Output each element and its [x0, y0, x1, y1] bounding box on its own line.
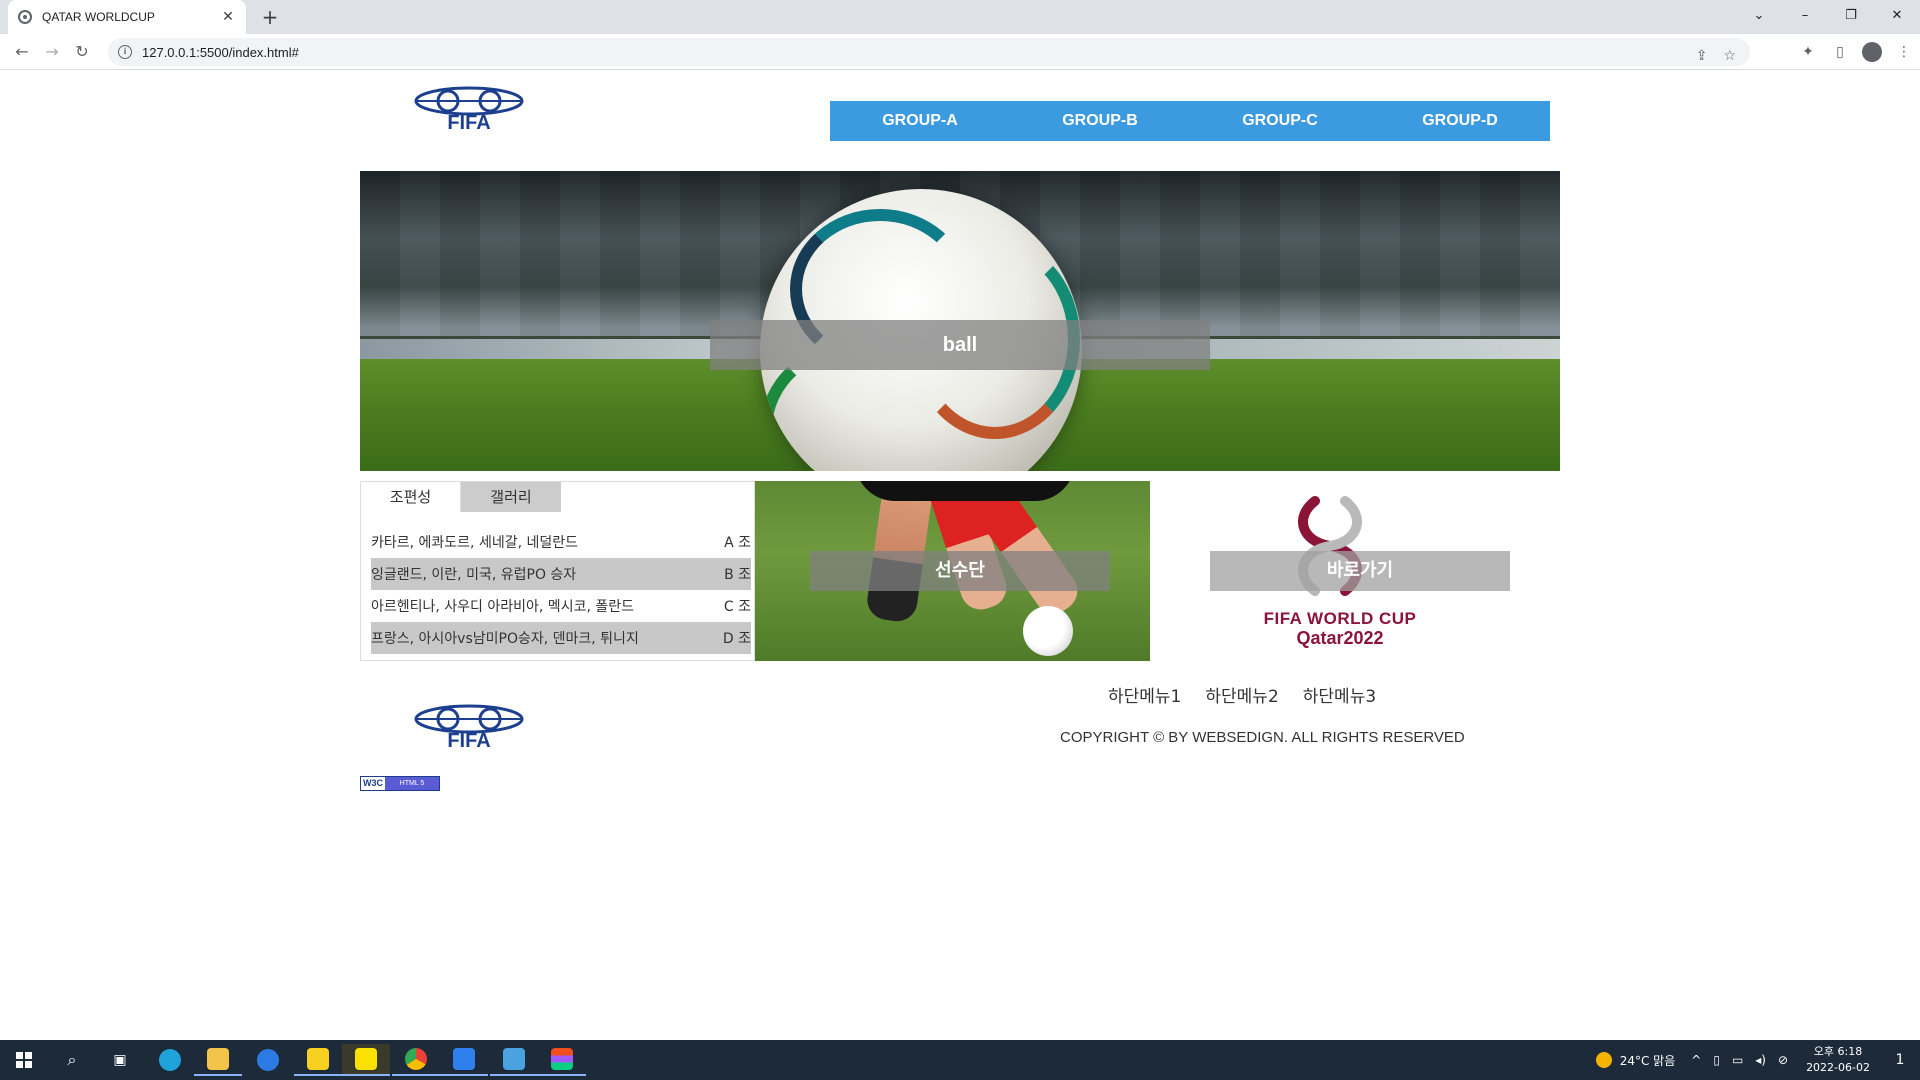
emblem-title: FIFA WORLD CUP [1263, 609, 1417, 628]
svg-text:FIFA: FIFA [447, 112, 490, 133]
page-content: FIFA GROUP-A GROUP-B GROUP-C GROUP-D bal… [0, 71, 1920, 1039]
tab-gallery[interactable]: 갤러리 [461, 482, 561, 512]
clock-time: 오후 6:18 [1813, 1045, 1863, 1058]
globe-icon [18, 10, 32, 24]
list-item[interactable]: 아르헨티나, 사우디 아라비아, 멕시코, 폴란드 C 조 [371, 590, 751, 622]
fifa-logo-icon: FIFA [414, 86, 524, 133]
windows-start-icon[interactable] [0, 1044, 48, 1076]
nav-group-c[interactable]: GROUP-C [1190, 101, 1370, 141]
fifa-logo-footer[interactable]: FIFA [412, 703, 526, 751]
list-item-teams: 프랑스, 아시아vs남미PO승자, 덴마크, 튀니지 [371, 631, 639, 647]
extensions-icon[interactable]: ✦ [1792, 40, 1824, 64]
forward-arrow-icon[interactable]: → [40, 40, 64, 64]
task-view-icon[interactable]: ▣ [96, 1044, 144, 1076]
vscode-icon[interactable] [440, 1044, 488, 1076]
svg-text:FIFA: FIFA [447, 730, 490, 751]
player-shorts-image [855, 481, 1075, 501]
close-window-button[interactable]: ✕ [1874, 0, 1920, 30]
browser-toolbar: ← → ↻ i 127.0.0.1:5500/index.html# ⇪ ☆ ✦… [0, 34, 1920, 70]
app-icon-blue[interactable] [244, 1044, 292, 1076]
bookmark-star-icon[interactable]: ☆ [1723, 48, 1736, 64]
device-icon[interactable]: ▯ [1713, 1053, 1720, 1067]
hero-banner: ball [360, 171, 1560, 471]
players-panel[interactable]: 선수단 [755, 481, 1150, 661]
reload-icon[interactable]: ↻ [70, 40, 94, 64]
list-item-group: D 조 [722, 631, 751, 647]
sticky-notes-icon[interactable] [294, 1044, 342, 1076]
chrome-icon[interactable] [392, 1044, 440, 1076]
new-tab-button[interactable]: + [258, 5, 282, 29]
list-item[interactable]: 잉글랜드, 이란, 미국, 유럽PO 승자 B 조 [371, 558, 751, 590]
weather-text[interactable]: 24°C 맑음 [1620, 1052, 1676, 1069]
window-controls: ⌄ – ❐ ✕ [1736, 0, 1920, 34]
w3c-html5-badge[interactable]: W3C HTML 5 [360, 776, 440, 791]
profile-icon[interactable] [1856, 40, 1888, 64]
copyright-text: COPYRIGHT © BY WEBSEDIGN. ALL RIGHTS RES… [1060, 729, 1465, 746]
file-explorer-icon[interactable] [194, 1044, 242, 1076]
list-item-teams: 잉글랜드, 이란, 미국, 유럽PO 승자 [371, 567, 577, 583]
tab-title: QATAR WORLDCUP [42, 10, 155, 24]
url-text[interactable]: 127.0.0.1:5500/index.html# [142, 45, 299, 60]
info-icon[interactable]: i [118, 45, 132, 59]
chevron-up-icon[interactable]: ^ [1691, 1053, 1701, 1067]
volume-icon[interactable]: ◂) [1755, 1053, 1766, 1067]
clock-date: 2022-06-02 [1806, 1061, 1870, 1074]
edge-icon[interactable] [146, 1044, 194, 1076]
clock[interactable]: 오후 6:18 2022-06-02 [1806, 1044, 1870, 1076]
w3c-label: W3C [363, 778, 383, 788]
tabs-header: 조편성 갤러리 [361, 482, 754, 512]
list-item[interactable]: 프랑스, 아시아vs남미PO승자, 덴마크, 튀니지 D 조 [371, 622, 751, 654]
figma-icon[interactable] [538, 1044, 586, 1076]
nav-group-d[interactable]: GROUP-D [1370, 101, 1550, 141]
notification-icon[interactable]: 1 [1880, 1052, 1920, 1068]
app-icon-document[interactable] [490, 1044, 538, 1076]
soccer-ball-image [1023, 606, 1073, 656]
nav-group-b[interactable]: GROUP-B [1010, 101, 1190, 141]
menu-kebab-icon[interactable]: ⋮ [1888, 40, 1920, 64]
address-bar[interactable]: i 127.0.0.1:5500/index.html# ⇪ ☆ [108, 38, 1750, 66]
windows-taskbar: ⌕ ▣ 24°C 맑음 ^ ▯ ▭ ◂) ⊘ 오후 6:18 2022-06-0… [0, 1040, 1920, 1080]
footer-menu-3[interactable]: 하단메뉴3 [1303, 682, 1376, 707]
fifa-logo-icon: FIFA [414, 704, 524, 751]
html5-label: HTML 5 [385, 777, 439, 790]
block-icon[interactable]: ⊘ [1778, 1053, 1788, 1067]
side-panel-icon[interactable]: ▯ [1824, 40, 1856, 64]
tab-group-draw[interactable]: 조편성 [361, 482, 461, 512]
browser-tabstrip: QATAR WORLDCUP ✕ + ⌄ – ❐ ✕ [0, 0, 1920, 34]
system-tray: 24°C 맑음 ^ ▯ ▭ ◂) ⊘ 오후 6:18 2022-06-02 1 [1595, 1040, 1920, 1080]
shortcut-panel[interactable]: FIFA WORLD CUP Qatar2022 바로가기 [1150, 481, 1545, 661]
list-item-teams: 카타르, 에콰도르, 세네갈, 네덜란드 [371, 535, 579, 551]
footer-menu-1[interactable]: 하단메뉴1 [1108, 682, 1181, 707]
group-tabs-panel: 조편성 갤러리 카타르, 에콰도르, 세네갈, 네덜란드 A 조 잉글랜드, 이… [360, 481, 755, 661]
main-nav: GROUP-A GROUP-B GROUP-C GROUP-D [830, 101, 1550, 141]
players-caption[interactable]: 선수단 [810, 551, 1110, 591]
list-item-group: B 조 [724, 567, 751, 583]
shortcut-caption[interactable]: 바로가기 [1210, 551, 1510, 591]
list-item-teams: 아르헨티나, 사우디 아라비아, 멕시코, 폴란드 [371, 599, 634, 615]
tab-search-icon[interactable]: ⌄ [1736, 0, 1782, 30]
back-arrow-icon[interactable]: ← [10, 40, 34, 64]
list-item-group: C 조 [723, 599, 751, 615]
weather-sun-icon[interactable] [1595, 1052, 1612, 1068]
restore-button[interactable]: ❐ [1828, 0, 1874, 30]
footer-menu: 하단메뉴1 하단메뉴2 하단메뉴3 [1108, 682, 1376, 707]
minimize-button[interactable]: – [1782, 0, 1828, 30]
close-tab-icon[interactable]: ✕ [220, 9, 236, 25]
browser-tab[interactable]: QATAR WORLDCUP ✕ [8, 0, 246, 34]
share-icon[interactable]: ⇪ [1696, 48, 1708, 64]
fifa-logo-header[interactable]: FIFA [412, 85, 526, 133]
list-item-group: A 조 [724, 535, 751, 551]
search-icon[interactable]: ⌕ [48, 1044, 96, 1076]
kakaotalk-icon[interactable] [342, 1044, 390, 1076]
hero-caption[interactable]: ball [710, 320, 1210, 370]
network-icon[interactable]: ▭ [1732, 1053, 1743, 1067]
emblem-subtitle: Qatar2022 [1296, 628, 1384, 648]
group-list: 카타르, 에콰도르, 세네갈, 네덜란드 A 조 잉글랜드, 이란, 미국, 유… [371, 526, 751, 654]
nav-group-a[interactable]: GROUP-A [830, 101, 1010, 141]
list-item[interactable]: 카타르, 에콰도르, 세네갈, 네덜란드 A 조 [371, 526, 751, 558]
footer-menu-2[interactable]: 하단메뉴2 [1205, 682, 1278, 707]
